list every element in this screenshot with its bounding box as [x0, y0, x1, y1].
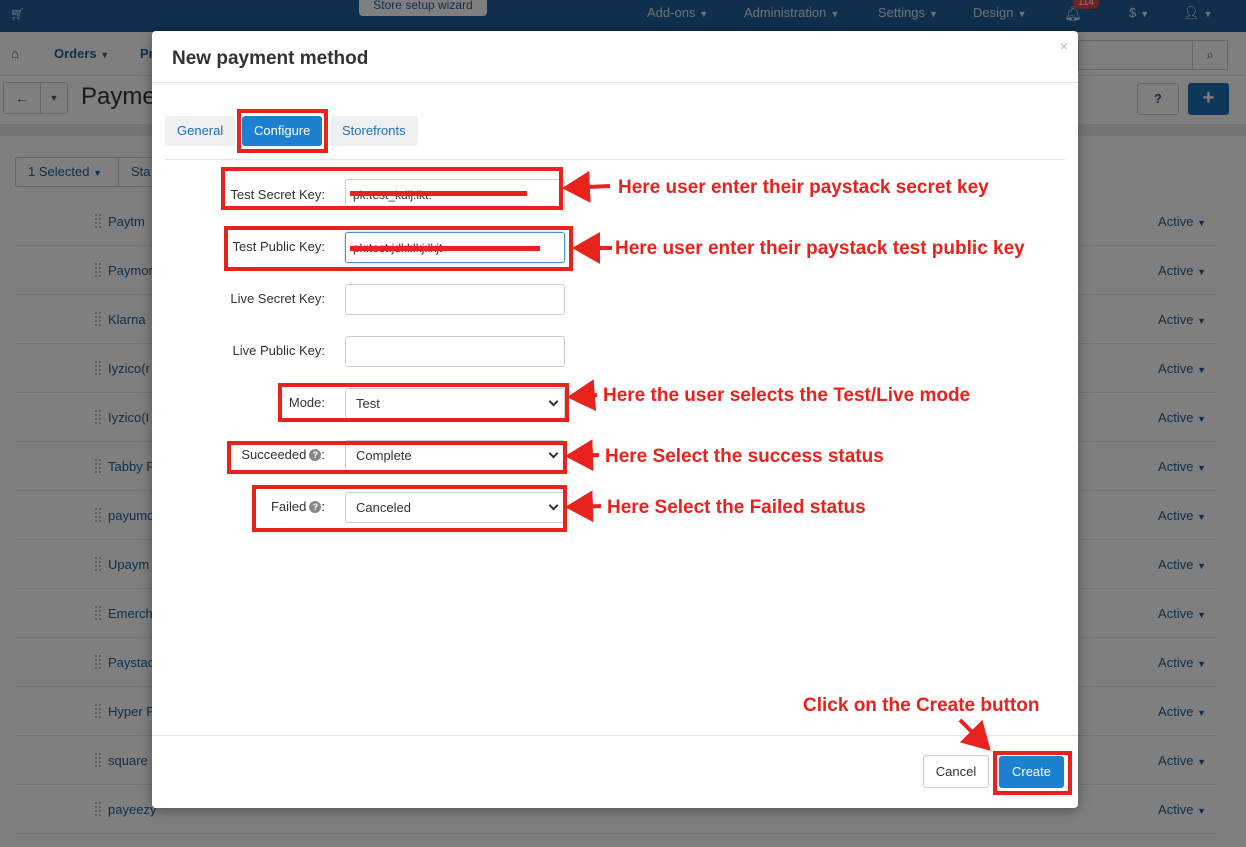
close-icon[interactable]: × [1060, 38, 1068, 54]
annotation-create: Click on the Create button [803, 695, 1040, 716]
highlight-mode [278, 383, 569, 422]
annotation-mode: Here the user selects the Test/Live mode [603, 385, 971, 406]
cancel-button[interactable]: Cancel [923, 755, 989, 788]
highlight-create-button [993, 751, 1072, 795]
live-secret-key-label: Live Secret Key: [230, 291, 325, 306]
highlight-test-public-key [224, 226, 573, 271]
highlight-configure-tab [237, 109, 328, 153]
annotation-failed: Here Select the Failed status [607, 497, 866, 518]
highlight-succeeded [227, 441, 567, 474]
live-public-key-label: Live Public Key: [232, 343, 326, 358]
annotation-public-key: Here user enter their paystack test publ… [615, 238, 1025, 259]
tab-general[interactable]: General [165, 116, 236, 146]
tab-storefronts[interactable]: Storefronts [330, 116, 418, 146]
highlight-test-secret-key [221, 167, 563, 210]
live-secret-key-input[interactable] [345, 284, 565, 315]
annotation-secret-key: Here user enter their paystack secret ke… [618, 177, 989, 198]
modal-title: New payment method [172, 48, 369, 69]
modal-header: New payment method × [152, 31, 1078, 83]
modal-footer-divider [152, 735, 1078, 736]
tabs-divider [165, 159, 1065, 160]
live-public-key-input[interactable] [345, 336, 565, 367]
annotation-success: Here Select the success status [605, 446, 884, 467]
highlight-failed [252, 485, 567, 532]
